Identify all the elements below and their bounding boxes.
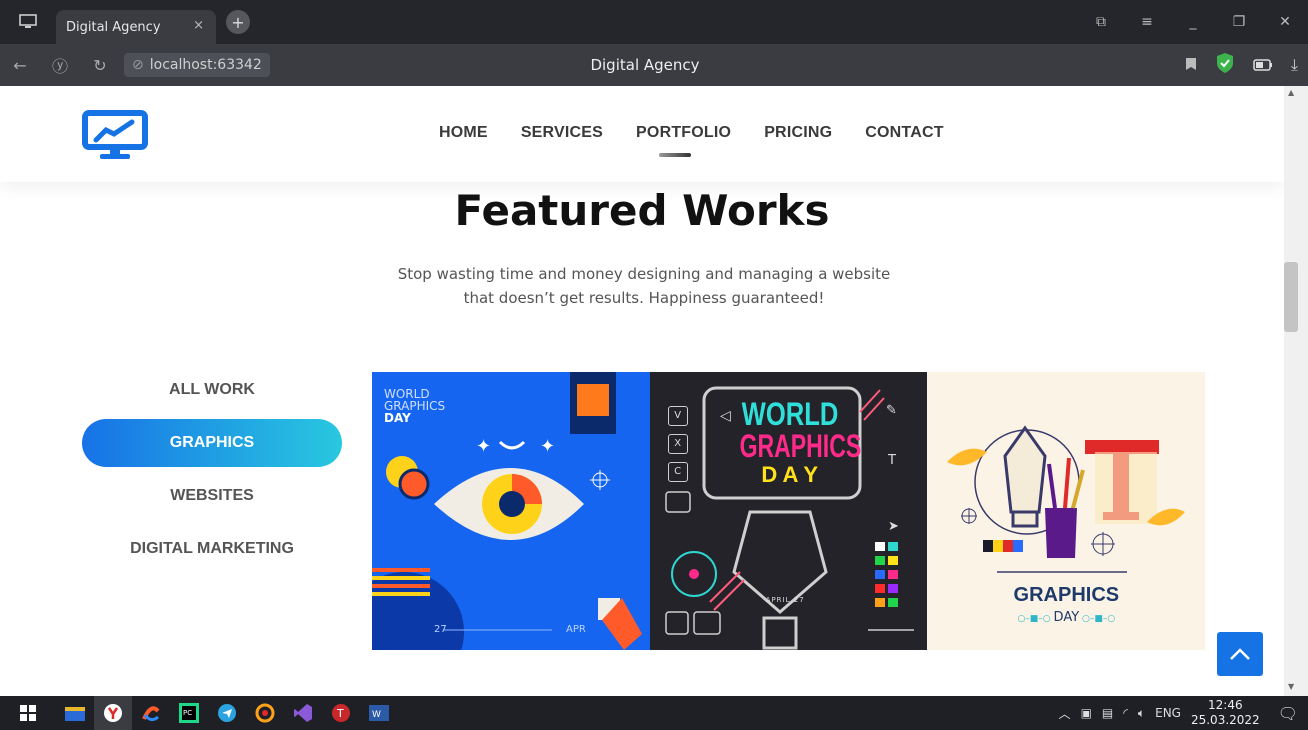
clock[interactable]: 12:46 25.03.2022: [1191, 698, 1260, 728]
url-text: localhost:63342: [149, 57, 262, 73]
download-icon[interactable]: ⤓: [1291, 55, 1298, 75]
nav-active-indicator: [659, 153, 691, 157]
card2-key-x: X: [667, 434, 688, 454]
file-explorer-icon[interactable]: [56, 696, 94, 730]
work-card-3-art: [947, 425, 1186, 573]
reload-icon[interactable]: ↻: [80, 56, 120, 75]
section-subtitle: Stop wasting time and money designing an…: [360, 262, 928, 310]
tab-title: Digital Agency: [66, 19, 161, 35]
yandex-browser-icon[interactable]: [94, 696, 132, 730]
address-bar-actions: ⤓: [1185, 44, 1298, 86]
page-scrollbar[interactable]: [1284, 86, 1308, 696]
notifications-icon[interactable]: 🗨︎: [1278, 704, 1298, 723]
window-controls: ⧉ ≡ _ ❐ ✕: [1078, 0, 1308, 44]
app-swirl-icon[interactable]: [132, 696, 170, 730]
work-card-3[interactable]: GRAPHICS ○–■–○ DAY ○–■–○: [927, 372, 1206, 650]
filter-all-work[interactable]: ALL WORK: [82, 366, 342, 414]
page-title-display: Digital Agency: [590, 56, 700, 74]
portfolio-filters: ALL WORK GRAPHICS WEBSITES DIGITAL MARKE…: [82, 366, 342, 578]
start-button-icon[interactable]: [0, 696, 56, 730]
site-logo[interactable]: [82, 110, 150, 164]
card2-key-v: V: [667, 406, 688, 426]
card2-date: APRIL 27: [765, 596, 805, 604]
tray-network-adapter-icon[interactable]: ▤: [1102, 706, 1113, 720]
portfolio-grid: ✦ ✦ WORLD GRAPHICS DAY 27 APR ✎ T ➤ ◁ V …: [372, 372, 1206, 650]
telegram-icon[interactable]: [208, 696, 246, 730]
back-icon[interactable]: ←: [0, 56, 40, 75]
card2-title-line1: WORLD: [741, 396, 839, 432]
yandex-icon[interactable]: ⓨ: [40, 53, 80, 77]
tray-chevron-up-icon[interactable]: ︿: [1059, 705, 1071, 722]
bookmark-icon[interactable]: [1185, 56, 1197, 75]
windows-taskbar: PC T W ︿ ▣ ▤ ◜ 🔈︎ ENG 12:46 25.03.2022 🗨…: [0, 696, 1308, 730]
tab-close-icon[interactable]: ×: [193, 18, 204, 33]
protect-shield-icon[interactable]: [1215, 52, 1235, 78]
work-card-2[interactable]: ✎ T ➤ ◁ V X C WORLD GRAPHICS D A Y APRIL…: [649, 372, 928, 650]
section-title: Featured Works: [454, 186, 830, 235]
card1-date-right: APR: [566, 624, 586, 635]
site-info-icon[interactable]: ⊘: [132, 57, 144, 73]
tab-manager-icon[interactable]: [0, 0, 56, 44]
volume-icon[interactable]: 🔈︎: [1138, 706, 1145, 721]
browser-tab[interactable]: Digital Agency ×: [56, 10, 216, 44]
nav-contact[interactable]: CONTACT: [865, 124, 943, 142]
scroll-up-arrow-icon[interactable]: ▲: [1288, 88, 1294, 97]
battery-icon[interactable]: [1253, 56, 1273, 75]
svg-text:✦: ✦: [476, 436, 491, 457]
scrollbar-thumb[interactable]: [1284, 262, 1298, 332]
svg-text:T: T: [887, 453, 896, 468]
svg-text:W: W: [372, 710, 381, 720]
system-tray: ︿ ▣ ▤ ◜ 🔈︎ ENG 12:46 25.03.2022 🗨︎: [1059, 696, 1308, 730]
card3-deco-left: ○–■–○: [1017, 614, 1054, 624]
card2-key-c: C: [667, 462, 688, 482]
page-content: HOME SERVICES PORTFOLIO PRICING CONTACT …: [0, 86, 1284, 696]
site-header: HOME SERVICES PORTFOLIO PRICING CONTACT: [0, 86, 1284, 182]
nav-pricing[interactable]: PRICING: [764, 124, 832, 142]
minimize-icon[interactable]: _: [1170, 14, 1216, 30]
app-t-icon[interactable]: T: [322, 696, 360, 730]
nav-services[interactable]: SERVICES: [521, 124, 603, 142]
svg-text:T: T: [336, 707, 344, 720]
filter-graphics[interactable]: GRAPHICS: [82, 419, 342, 467]
clock-time: 12:46: [1208, 698, 1243, 712]
browser-tab-bar: Digital Agency × + ⧉ ≡ _ ❐ ✕: [0, 0, 1308, 44]
word-icon[interactable]: W: [360, 696, 398, 730]
svg-text:✦: ✦: [540, 436, 555, 457]
card2-title-line3: D A Y: [761, 462, 818, 487]
chevron-up-icon: [1230, 648, 1250, 660]
pycharm-icon[interactable]: PC: [170, 696, 208, 730]
card2-title-line2: GRAPHICS: [739, 428, 861, 464]
main-nav: HOME SERVICES PORTFOLIO PRICING CONTACT: [439, 124, 944, 142]
url-field[interactable]: ⊘ localhost:63342: [124, 53, 270, 77]
nav-home[interactable]: HOME: [439, 124, 488, 142]
menu-icon[interactable]: ≡: [1124, 14, 1170, 30]
card1-title-line3: DAY: [384, 411, 411, 425]
language-indicator[interactable]: ENG: [1155, 706, 1181, 720]
card3-title-line1: GRAPHICS: [1013, 584, 1120, 606]
subtitle-line-2: that doesn’t get results. Happiness guar…: [463, 289, 825, 307]
new-tab-button[interactable]: +: [226, 10, 250, 34]
back-to-top-button[interactable]: [1217, 632, 1263, 676]
card1-date-left: 27: [434, 624, 447, 635]
wifi-icon[interactable]: ◜: [1123, 706, 1128, 720]
card3-title-line2: DAY: [1053, 610, 1080, 625]
filter-websites[interactable]: WEBSITES: [82, 472, 342, 520]
visual-studio-icon[interactable]: [284, 696, 322, 730]
window-close-icon[interactable]: ✕: [1262, 14, 1308, 30]
svg-text:✎: ✎: [886, 403, 897, 418]
filter-digital-marketing[interactable]: DIGITAL MARKETING: [82, 525, 342, 573]
tray-app-icon[interactable]: ▣: [1081, 706, 1092, 720]
restore-icon[interactable]: ❐: [1216, 14, 1262, 30]
nav-portfolio[interactable]: PORTFOLIO: [636, 124, 731, 142]
svg-text:PC: PC: [183, 709, 192, 717]
subtitle-line-1: Stop wasting time and money designing an…: [397, 265, 891, 283]
clock-date: 25.03.2022: [1190, 713, 1260, 727]
card3-subtitle: ○–■–○ DAY ○–■–○: [927, 610, 1205, 625]
scroll-down-arrow-icon[interactable]: ▼: [1288, 682, 1294, 691]
svg-text:➤: ➤: [888, 519, 899, 534]
collections-icon[interactable]: ⧉: [1078, 14, 1124, 30]
card3-deco-right: ○–■–○: [1079, 614, 1116, 624]
work-card-1[interactable]: ✦ ✦ WORLD GRAPHICS DAY 27 APR: [372, 372, 650, 650]
app-orange-icon[interactable]: [246, 696, 284, 730]
